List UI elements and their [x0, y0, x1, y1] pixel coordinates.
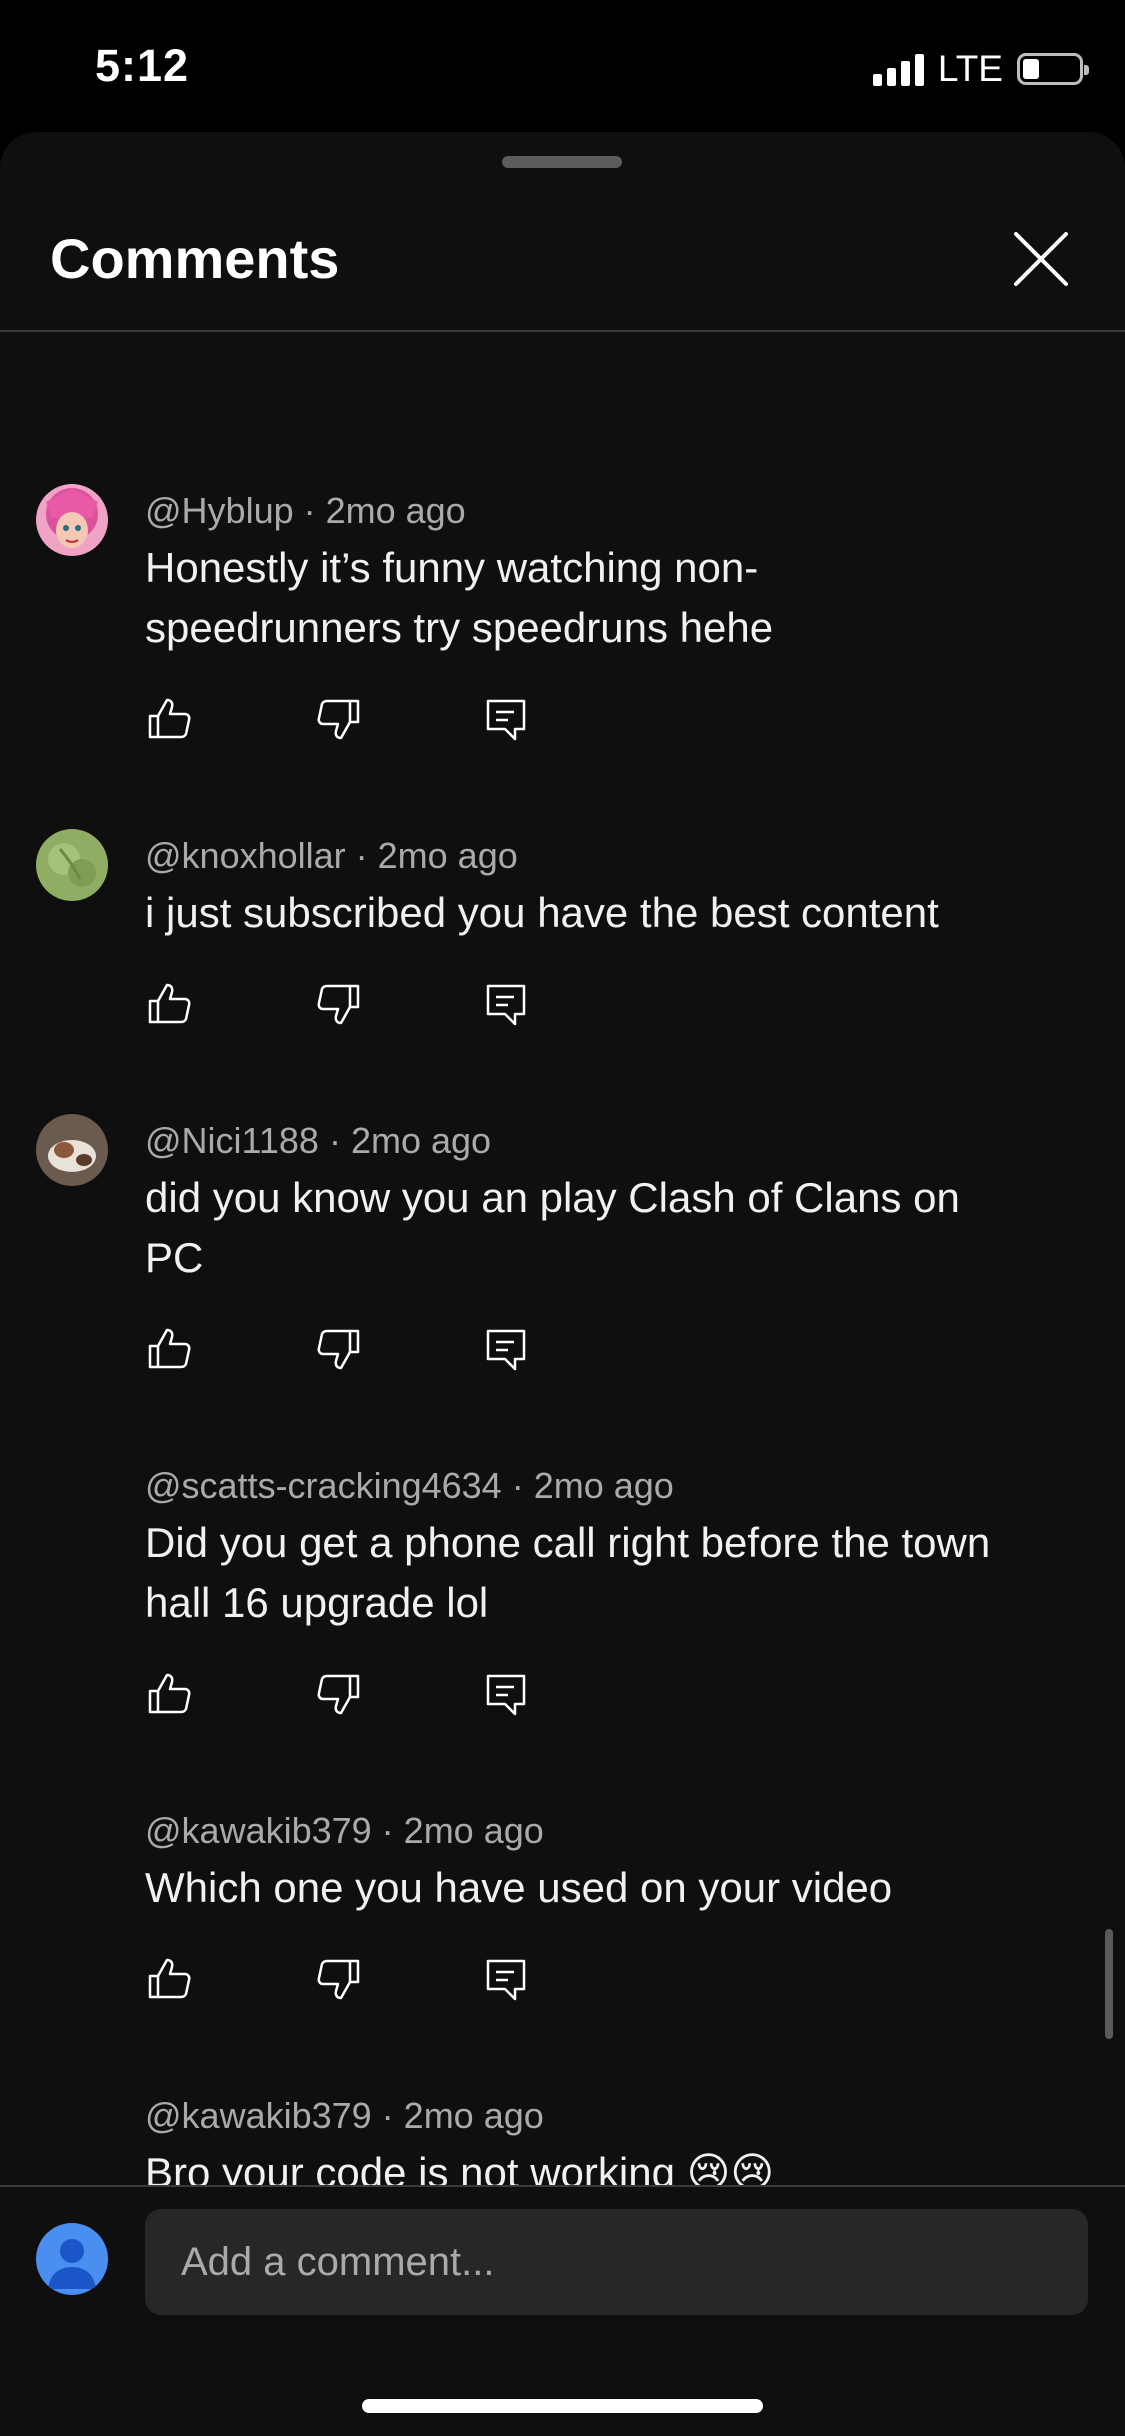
comment-text: Honestly it’s funny watching non-speedru… [145, 544, 774, 651]
drag-handle[interactable] [502, 156, 622, 168]
reply-icon [486, 984, 526, 1026]
reply-icon [486, 1959, 526, 2001]
comment-composer [0, 2185, 1125, 2436]
comment-time: 2mo ago [403, 1810, 544, 1851]
reply-button[interactable] [481, 979, 531, 1029]
status-time: 5:12 [95, 40, 190, 91]
thumbs-up-icon [148, 698, 191, 739]
home-indicator[interactable] [362, 2399, 763, 2413]
network-type: LTE [937, 48, 1003, 89]
reply-button[interactable] [481, 1954, 531, 2004]
reply-button[interactable] [481, 1324, 531, 1374]
comment-actions [145, 694, 649, 744]
like-button[interactable] [145, 1324, 195, 1374]
scrollbar[interactable] [1105, 1929, 1113, 2039]
comment-author[interactable]: @kawakib379 [145, 2095, 372, 2136]
comment-time: 2mo ago [533, 1465, 674, 1506]
status-icons: LTE [872, 48, 1089, 90]
close-button[interactable] [1006, 224, 1076, 294]
signal-icon [872, 52, 924, 86]
avatar[interactable] [36, 2223, 108, 2295]
thumbs-up-icon [148, 1328, 191, 1369]
comment-time: 2mo ago [403, 2095, 544, 2136]
dislike-button[interactable] [313, 1669, 363, 1719]
comment-actions [145, 1669, 649, 1719]
thumbs-up-icon [148, 1673, 191, 1714]
like-button[interactable] [145, 1669, 195, 1719]
divider [0, 2185, 1125, 2187]
comments-sheet: Comments @Hyblup · 2mo ago Honestly it’s… [0, 132, 1125, 2436]
comment-author[interactable]: @Hyblup [145, 490, 294, 531]
reply-icon [486, 1674, 526, 1716]
like-button[interactable] [145, 694, 195, 744]
page-title: Comments [50, 227, 340, 290]
thumbs-down-icon [317, 699, 360, 740]
reply-icon [486, 699, 526, 741]
comment-text: Did you get a phone call right before th… [145, 1519, 991, 1626]
comment-text: did you know you an play Clash of Clans … [145, 1174, 960, 1281]
user-icon [48, 2239, 96, 2289]
comment-text: i just subscribed you have the best cont… [145, 889, 939, 936]
comment-input[interactable] [145, 2209, 1088, 2315]
comment-list[interactable]: @Hyblup · 2mo ago Honestly it’s funny wa… [0, 332, 1125, 2317]
comment-author[interactable]: @scatts-cracking4634 [145, 1465, 502, 1506]
like-button[interactable] [145, 1954, 195, 2004]
reply-button[interactable] [481, 694, 531, 744]
status-bar: 5:12 LTE [0, 0, 1125, 132]
thumbs-down-icon [317, 1329, 360, 1370]
comment-time: 2mo ago [350, 1120, 492, 1161]
comment-actions [145, 979, 649, 1029]
comment-author[interactable]: @knoxhollar [145, 835, 346, 876]
dislike-button[interactable] [313, 1954, 363, 2004]
thumbs-down-icon [317, 984, 360, 1025]
dislike-button[interactable] [313, 694, 363, 744]
comment-actions [145, 1954, 649, 2004]
comment-author[interactable]: @Nici1188 [145, 1120, 319, 1161]
dislike-button[interactable] [313, 979, 363, 1029]
comment-author[interactable]: @kawakib379 [145, 1810, 372, 1851]
reply-icon [486, 1329, 526, 1371]
comment-actions [145, 1324, 649, 1374]
avatar[interactable] [36, 484, 108, 556]
avatar[interactable] [36, 1114, 108, 1186]
thumbs-down-icon [317, 1674, 360, 1715]
thumbs-up-icon [148, 983, 191, 1024]
close-icon [1014, 232, 1068, 286]
thumbs-down-icon [317, 1959, 360, 2000]
like-button[interactable] [145, 979, 195, 1029]
comment-text: Which one you have used on your video [145, 1864, 893, 1911]
comment-time: 2mo ago [377, 835, 518, 876]
comment-time: 2mo ago [325, 490, 466, 531]
avatar[interactable] [36, 829, 108, 901]
battery-icon [1017, 53, 1089, 85]
reply-button[interactable] [481, 1669, 531, 1719]
dislike-button[interactable] [313, 1324, 363, 1374]
thumbs-up-icon [148, 1958, 191, 1999]
